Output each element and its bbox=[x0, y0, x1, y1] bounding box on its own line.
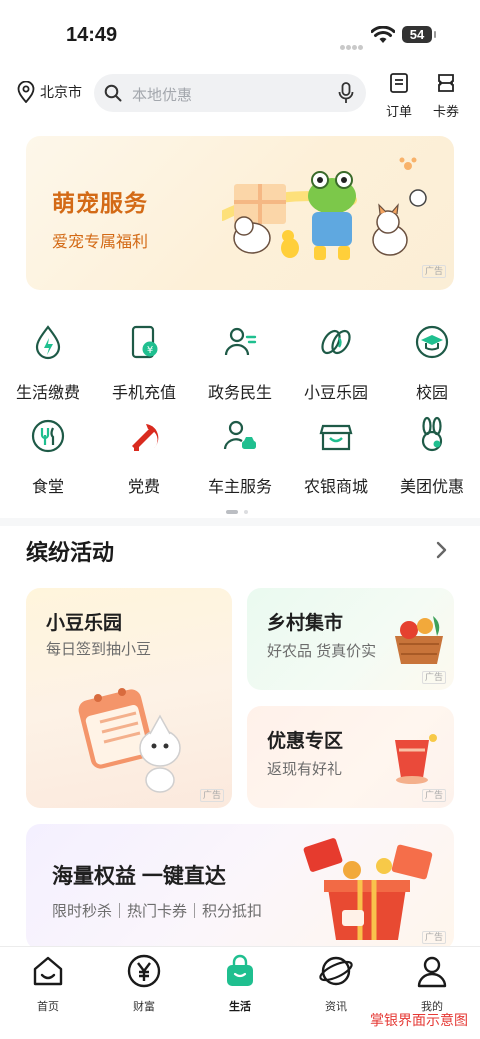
ad-tag: 广告 bbox=[421, 671, 446, 684]
service-label: 校园 bbox=[415, 385, 448, 402]
city-selector[interactable]: 北京市 bbox=[16, 81, 82, 103]
watermark-label: 掌银界面示意图 bbox=[370, 1012, 468, 1028]
service-label: 生活缴费 bbox=[15, 385, 80, 402]
grid-page-indicator bbox=[226, 501, 248, 519]
cards-label: 卡券 bbox=[432, 104, 459, 119]
service-bean-park[interactable]: 小豆乐园 bbox=[288, 322, 384, 403]
mall-store-icon bbox=[319, 424, 353, 451]
card-title: 乡村集市 bbox=[267, 613, 344, 634]
produce-basket-illustration bbox=[395, 616, 443, 664]
beans-icon bbox=[321, 329, 351, 355]
service-label: 车主服务 bbox=[207, 479, 272, 496]
signal-dots-icon bbox=[340, 37, 364, 50]
banner-title: 萌宠服务 bbox=[52, 190, 148, 216]
top-header: 北京市 本地优惠 订单 卡券 bbox=[0, 70, 480, 119]
service-phone-recharge[interactable]: ¥ 手机充值 bbox=[96, 322, 192, 403]
activity-card-rights-hub[interactable]: 海量权益 一键直达 限时秒杀｜热门卡券｜积分抵扣 广告 bbox=[26, 824, 454, 950]
banner-subtitle: 爱宠专属福利 bbox=[52, 234, 149, 251]
service-label: 美团优惠 bbox=[399, 479, 464, 496]
gift-cup-illustration bbox=[395, 734, 437, 784]
ad-tag: 广告 bbox=[199, 789, 224, 802]
service-label: 食堂 bbox=[31, 479, 64, 496]
chevron-right-icon[interactable] bbox=[434, 540, 450, 560]
card-title: 海量权益 一键直达 bbox=[52, 865, 226, 888]
battery-indicator: 54 bbox=[402, 26, 436, 43]
ad-tag: 广告 bbox=[421, 265, 446, 278]
tab-label: 生活 bbox=[229, 1001, 251, 1013]
activity-card-bean-park[interactable]: 小豆乐园 每日签到抽小豆 广告 bbox=[26, 588, 232, 808]
service-utility-bills[interactable]: 生活缴费 bbox=[0, 322, 96, 403]
card-subtitle: 好农品 货真价实 bbox=[267, 643, 377, 660]
activities-title: 缤纷活动 bbox=[26, 540, 115, 565]
card-title: 优惠专区 bbox=[267, 731, 344, 752]
tab-home[interactable]: 首页 bbox=[18, 953, 78, 1014]
service-label: 党费 bbox=[127, 479, 160, 496]
cutlery-icon bbox=[31, 419, 65, 453]
card-subtitle: 每日签到抽小豆 bbox=[46, 641, 152, 658]
yuan-coin-icon bbox=[127, 954, 161, 988]
microphone-icon[interactable] bbox=[338, 82, 354, 104]
tab-wealth[interactable]: 财富 bbox=[114, 953, 174, 1014]
tab-life[interactable]: 生活 bbox=[210, 953, 270, 1014]
search-icon bbox=[104, 84, 122, 102]
wifi-icon bbox=[371, 26, 395, 43]
tab-mine[interactable]: 我的 bbox=[402, 953, 462, 1014]
service-meituan[interactable]: 美团优惠 bbox=[384, 416, 480, 497]
cards-button[interactable]: 卡券 bbox=[428, 72, 464, 120]
water-drop-bolt-icon bbox=[35, 325, 61, 360]
card-subtitle: 限时秒杀｜热门卡券｜积分抵扣 bbox=[52, 903, 263, 920]
car-owner-icon bbox=[223, 420, 256, 450]
activity-card-discount-zone[interactable]: 优惠专区 返现有好礼 广告 bbox=[247, 706, 454, 808]
search-placeholder: 本地优惠 bbox=[132, 87, 193, 104]
status-bar: 14:49 54 bbox=[0, 0, 480, 62]
party-emblem-icon bbox=[132, 424, 159, 451]
person-doc-icon bbox=[224, 327, 257, 356]
meituan-rabbit-icon bbox=[421, 416, 443, 452]
svg-text:¥: ¥ bbox=[147, 345, 153, 356]
calendar-mascot-illustration bbox=[78, 688, 181, 793]
service-label: 小豆乐园 bbox=[303, 385, 368, 402]
gift-box-coupons-illustration bbox=[303, 838, 433, 940]
planet-icon bbox=[319, 956, 353, 986]
ad-tag: 广告 bbox=[421, 931, 446, 944]
search-input[interactable]: 本地优惠 bbox=[94, 74, 366, 112]
service-abc-mall[interactable]: 农银商城 bbox=[288, 416, 384, 497]
location-pin-icon bbox=[17, 81, 35, 103]
tab-label: 资讯 bbox=[325, 1001, 347, 1013]
coupon-icon bbox=[438, 74, 454, 92]
phone-recharge-icon: ¥ bbox=[131, 325, 158, 359]
activity-card-village-market[interactable]: 乡村集市 好农品 货真价实 广告 bbox=[247, 588, 454, 690]
user-profile-icon bbox=[417, 956, 447, 988]
tab-label: 财富 bbox=[133, 1001, 155, 1013]
city-label: 北京市 bbox=[40, 84, 82, 100]
graduation-cap-icon bbox=[415, 325, 449, 359]
pet-frog-illustration bbox=[222, 157, 427, 260]
orders-button[interactable]: 订单 bbox=[381, 72, 417, 120]
service-canteen[interactable]: 食堂 bbox=[0, 416, 96, 497]
service-label: 政务民生 bbox=[207, 385, 272, 402]
service-government[interactable]: 政务民生 bbox=[192, 322, 288, 403]
shopping-bag-icon bbox=[227, 954, 253, 986]
service-label: 农银商城 bbox=[303, 479, 368, 496]
card-subtitle: 返现有好礼 bbox=[267, 761, 343, 778]
home-icon bbox=[33, 956, 63, 986]
pet-service-banner[interactable]: 萌宠服务 爱宠专属福利 广告 bbox=[26, 136, 454, 290]
service-car-owner[interactable]: 车主服务 bbox=[192, 416, 288, 497]
service-campus[interactable]: 校园 bbox=[384, 322, 480, 403]
status-time: 14:49 bbox=[66, 24, 118, 46]
card-title: 小豆乐园 bbox=[46, 613, 123, 634]
section-divider bbox=[0, 518, 480, 526]
tab-label: 首页 bbox=[37, 1001, 59, 1013]
orders-icon bbox=[390, 73, 408, 93]
orders-label: 订单 bbox=[385, 104, 412, 119]
service-label: 手机充值 bbox=[111, 385, 176, 402]
tab-news[interactable]: 资讯 bbox=[306, 953, 366, 1014]
service-party-fee[interactable]: 党费 bbox=[96, 416, 192, 497]
ad-tag: 广告 bbox=[421, 789, 446, 802]
